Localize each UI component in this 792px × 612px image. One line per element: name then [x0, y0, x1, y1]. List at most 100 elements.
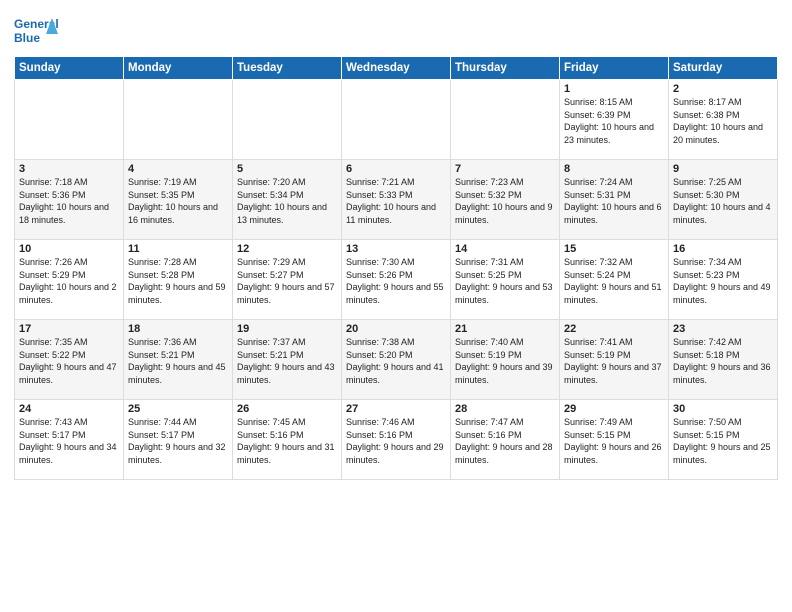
cell-info: Sunrise: 7:18 AMSunset: 5:36 PMDaylight:… — [19, 176, 119, 226]
calendar-cell: 7Sunrise: 7:23 AMSunset: 5:32 PMDaylight… — [451, 160, 560, 240]
day-number: 7 — [455, 163, 555, 175]
page-container: General Blue SundayMondayTuesdayWednesda… — [0, 0, 792, 612]
svg-text:Blue: Blue — [14, 31, 40, 45]
calendar-cell: 10Sunrise: 7:26 AMSunset: 5:29 PMDayligh… — [15, 240, 124, 320]
calendar-cell — [15, 80, 124, 160]
cell-info: Sunrise: 7:45 AMSunset: 5:16 PMDaylight:… — [237, 416, 337, 466]
week-row-5: 24Sunrise: 7:43 AMSunset: 5:17 PMDayligh… — [15, 400, 778, 480]
day-number: 29 — [564, 403, 664, 415]
calendar-cell: 20Sunrise: 7:38 AMSunset: 5:20 PMDayligh… — [342, 320, 451, 400]
week-row-1: 1Sunrise: 8:15 AMSunset: 6:39 PMDaylight… — [15, 80, 778, 160]
day-number: 18 — [128, 323, 228, 335]
day-number: 21 — [455, 323, 555, 335]
calendar-cell — [233, 80, 342, 160]
day-number: 10 — [19, 243, 119, 255]
calendar-cell: 3Sunrise: 7:18 AMSunset: 5:36 PMDaylight… — [15, 160, 124, 240]
day-number: 15 — [564, 243, 664, 255]
day-number: 28 — [455, 403, 555, 415]
cell-info: Sunrise: 7:24 AMSunset: 5:31 PMDaylight:… — [564, 176, 664, 226]
day-number: 3 — [19, 163, 119, 175]
day-number: 6 — [346, 163, 446, 175]
day-header-sunday: Sunday — [15, 57, 124, 80]
cell-info: Sunrise: 7:19 AMSunset: 5:35 PMDaylight:… — [128, 176, 228, 226]
day-number: 22 — [564, 323, 664, 335]
day-number: 13 — [346, 243, 446, 255]
cell-info: Sunrise: 7:47 AMSunset: 5:16 PMDaylight:… — [455, 416, 555, 466]
day-number: 4 — [128, 163, 228, 175]
calendar-body: 1Sunrise: 8:15 AMSunset: 6:39 PMDaylight… — [15, 80, 778, 480]
day-number: 19 — [237, 323, 337, 335]
day-number: 12 — [237, 243, 337, 255]
cell-info: Sunrise: 7:26 AMSunset: 5:29 PMDaylight:… — [19, 256, 119, 306]
day-number: 23 — [673, 323, 773, 335]
cell-info: Sunrise: 7:35 AMSunset: 5:22 PMDaylight:… — [19, 336, 119, 386]
calendar-cell: 24Sunrise: 7:43 AMSunset: 5:17 PMDayligh… — [15, 400, 124, 480]
day-number: 5 — [237, 163, 337, 175]
cell-info: Sunrise: 7:25 AMSunset: 5:30 PMDaylight:… — [673, 176, 773, 226]
header: General Blue — [14, 10, 778, 50]
cell-info: Sunrise: 7:29 AMSunset: 5:27 PMDaylight:… — [237, 256, 337, 306]
calendar-cell — [342, 80, 451, 160]
cell-info: Sunrise: 8:17 AMSunset: 6:38 PMDaylight:… — [673, 96, 773, 146]
day-number: 1 — [564, 83, 664, 95]
cell-info: Sunrise: 7:23 AMSunset: 5:32 PMDaylight:… — [455, 176, 555, 226]
logo: General Blue — [14, 14, 58, 50]
cell-info: Sunrise: 7:49 AMSunset: 5:15 PMDaylight:… — [564, 416, 664, 466]
calendar-cell: 18Sunrise: 7:36 AMSunset: 5:21 PMDayligh… — [124, 320, 233, 400]
calendar-cell: 12Sunrise: 7:29 AMSunset: 5:27 PMDayligh… — [233, 240, 342, 320]
calendar-cell: 13Sunrise: 7:30 AMSunset: 5:26 PMDayligh… — [342, 240, 451, 320]
cell-info: Sunrise: 7:20 AMSunset: 5:34 PMDaylight:… — [237, 176, 337, 226]
calendar-cell: 25Sunrise: 7:44 AMSunset: 5:17 PMDayligh… — [124, 400, 233, 480]
day-number: 30 — [673, 403, 773, 415]
day-header-tuesday: Tuesday — [233, 57, 342, 80]
cell-info: Sunrise: 7:30 AMSunset: 5:26 PMDaylight:… — [346, 256, 446, 306]
day-number: 14 — [455, 243, 555, 255]
cell-info: Sunrise: 7:44 AMSunset: 5:17 PMDaylight:… — [128, 416, 228, 466]
day-number: 16 — [673, 243, 773, 255]
cell-info: Sunrise: 8:15 AMSunset: 6:39 PMDaylight:… — [564, 96, 664, 146]
calendar-cell: 17Sunrise: 7:35 AMSunset: 5:22 PMDayligh… — [15, 320, 124, 400]
day-number: 8 — [564, 163, 664, 175]
calendar-cell: 4Sunrise: 7:19 AMSunset: 5:35 PMDaylight… — [124, 160, 233, 240]
cell-info: Sunrise: 7:32 AMSunset: 5:24 PMDaylight:… — [564, 256, 664, 306]
calendar-cell: 14Sunrise: 7:31 AMSunset: 5:25 PMDayligh… — [451, 240, 560, 320]
cell-info: Sunrise: 7:21 AMSunset: 5:33 PMDaylight:… — [346, 176, 446, 226]
day-header-thursday: Thursday — [451, 57, 560, 80]
cell-info: Sunrise: 7:43 AMSunset: 5:17 PMDaylight:… — [19, 416, 119, 466]
day-number: 25 — [128, 403, 228, 415]
cell-info: Sunrise: 7:36 AMSunset: 5:21 PMDaylight:… — [128, 336, 228, 386]
calendar-cell: 1Sunrise: 8:15 AMSunset: 6:39 PMDaylight… — [560, 80, 669, 160]
calendar-cell: 30Sunrise: 7:50 AMSunset: 5:15 PMDayligh… — [669, 400, 778, 480]
day-header-friday: Friday — [560, 57, 669, 80]
cell-info: Sunrise: 7:41 AMSunset: 5:19 PMDaylight:… — [564, 336, 664, 386]
week-row-4: 17Sunrise: 7:35 AMSunset: 5:22 PMDayligh… — [15, 320, 778, 400]
cell-info: Sunrise: 7:42 AMSunset: 5:18 PMDaylight:… — [673, 336, 773, 386]
cell-info: Sunrise: 7:34 AMSunset: 5:23 PMDaylight:… — [673, 256, 773, 306]
day-number: 24 — [19, 403, 119, 415]
cell-info: Sunrise: 7:50 AMSunset: 5:15 PMDaylight:… — [673, 416, 773, 466]
calendar-cell: 26Sunrise: 7:45 AMSunset: 5:16 PMDayligh… — [233, 400, 342, 480]
cell-info: Sunrise: 7:37 AMSunset: 5:21 PMDaylight:… — [237, 336, 337, 386]
day-number: 27 — [346, 403, 446, 415]
day-number: 26 — [237, 403, 337, 415]
cell-info: Sunrise: 7:28 AMSunset: 5:28 PMDaylight:… — [128, 256, 228, 306]
calendar-cell: 23Sunrise: 7:42 AMSunset: 5:18 PMDayligh… — [669, 320, 778, 400]
day-header-wednesday: Wednesday — [342, 57, 451, 80]
day-number: 9 — [673, 163, 773, 175]
day-header-monday: Monday — [124, 57, 233, 80]
cell-info: Sunrise: 7:40 AMSunset: 5:19 PMDaylight:… — [455, 336, 555, 386]
cell-info: Sunrise: 7:38 AMSunset: 5:20 PMDaylight:… — [346, 336, 446, 386]
calendar-cell: 16Sunrise: 7:34 AMSunset: 5:23 PMDayligh… — [669, 240, 778, 320]
calendar-table: SundayMondayTuesdayWednesdayThursdayFrid… — [14, 56, 778, 480]
calendar-cell: 19Sunrise: 7:37 AMSunset: 5:21 PMDayligh… — [233, 320, 342, 400]
day-number: 17 — [19, 323, 119, 335]
day-number: 20 — [346, 323, 446, 335]
calendar-cell: 28Sunrise: 7:47 AMSunset: 5:16 PMDayligh… — [451, 400, 560, 480]
week-row-3: 10Sunrise: 7:26 AMSunset: 5:29 PMDayligh… — [15, 240, 778, 320]
calendar-cell: 15Sunrise: 7:32 AMSunset: 5:24 PMDayligh… — [560, 240, 669, 320]
calendar-cell — [451, 80, 560, 160]
cell-info: Sunrise: 7:46 AMSunset: 5:16 PMDaylight:… — [346, 416, 446, 466]
calendar-cell: 9Sunrise: 7:25 AMSunset: 5:30 PMDaylight… — [669, 160, 778, 240]
calendar-cell: 11Sunrise: 7:28 AMSunset: 5:28 PMDayligh… — [124, 240, 233, 320]
calendar-cell: 21Sunrise: 7:40 AMSunset: 5:19 PMDayligh… — [451, 320, 560, 400]
